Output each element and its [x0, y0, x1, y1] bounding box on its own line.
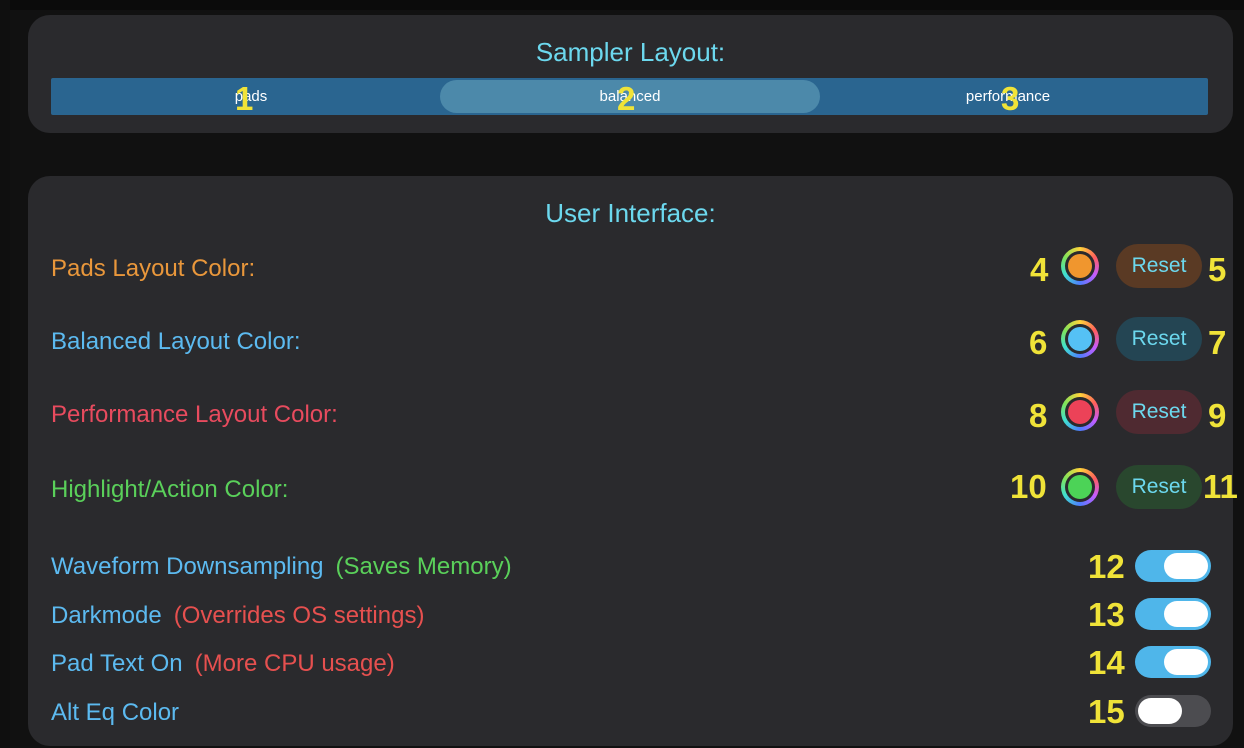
waveform-downsampling-label: Waveform Downsampling (Saves Memory) — [51, 553, 512, 581]
annotation-marker: 6 — [1029, 324, 1048, 361]
annotation-marker: 13 — [1088, 596, 1125, 633]
toggle-label-text: Waveform Downsampling — [51, 553, 324, 580]
annotation-marker: 8 — [1029, 397, 1048, 434]
balanced-layout-color-label: Balanced Layout Color: — [51, 328, 301, 355]
toggle-label-text: Alt Eq Color — [51, 699, 180, 726]
toggle-knob — [1164, 553, 1208, 579]
toggle-knob — [1138, 698, 1182, 724]
annotation-marker: 10 — [1010, 468, 1047, 505]
annotation-marker: 15 — [1088, 693, 1125, 730]
toggle-note: (More CPU usage) — [194, 650, 395, 677]
performance-color-picker-icon[interactable] — [1061, 393, 1099, 431]
highlight-color-reset-button[interactable]: Reset — [1116, 465, 1202, 509]
annotation-marker: 12 — [1088, 548, 1125, 585]
toggle-note: (Saves Memory) — [335, 553, 512, 580]
pad-text-on-toggle[interactable] — [1135, 646, 1211, 678]
highlight-color-picker-icon[interactable] — [1061, 468, 1099, 506]
performance-color-reset-button[interactable]: Reset — [1116, 390, 1202, 434]
pad-text-on-label: Pad Text On (More CPU usage) — [51, 650, 395, 678]
left-edge — [0, 0, 10, 748]
annotation-marker: 3 — [1001, 80, 1020, 117]
toggle-knob — [1164, 601, 1208, 627]
alt-eq-color-toggle[interactable] — [1135, 695, 1211, 727]
alt-eq-color-label: Alt Eq Color — [51, 699, 179, 727]
annotation-marker: 14 — [1088, 644, 1125, 681]
sampler-layout-panel: Sampler Layout: pads balanced performanc… — [28, 15, 1233, 133]
toggle-note: (Overrides OS settings) — [173, 602, 425, 629]
pads-color-reset-button[interactable]: Reset — [1116, 244, 1202, 288]
toggle-label-text: Darkmode — [51, 602, 162, 629]
performance-layout-color-label: Performance Layout Color: — [51, 401, 338, 428]
toggle-knob — [1164, 649, 1208, 675]
annotation-marker: 4 — [1030, 251, 1049, 288]
annotation-marker: 2 — [617, 80, 636, 117]
pads-layout-color-label: Pads Layout Color: — [51, 255, 256, 282]
sampler-layout-title: Sampler Layout: — [535, 37, 726, 67]
top-edge — [0, 0, 1244, 10]
balanced-color-picker-icon[interactable] — [1061, 320, 1099, 358]
annotation-marker: 11 — [1203, 468, 1238, 505]
waveform-downsampling-toggle[interactable] — [1135, 550, 1211, 582]
annotation-marker: 1 — [235, 80, 254, 117]
toggle-label-text: Pad Text On — [51, 650, 183, 677]
highlight-action-color-label: Highlight/Action Color: — [51, 476, 289, 503]
user-interface-title: User Interface: — [545, 198, 716, 228]
annotation-marker: 9 — [1208, 397, 1227, 434]
user-interface-panel: User Interface: Pads Layout Color: 4 Res… — [28, 176, 1238, 746]
balanced-color-reset-button[interactable]: Reset — [1116, 317, 1202, 361]
darkmode-toggle[interactable] — [1135, 598, 1211, 630]
annotation-marker: 7 — [1208, 324, 1227, 361]
annotation-marker: 5 — [1208, 251, 1227, 288]
darkmode-label: Darkmode (Overrides OS settings) — [51, 602, 424, 630]
pads-color-picker-icon[interactable] — [1061, 247, 1099, 285]
